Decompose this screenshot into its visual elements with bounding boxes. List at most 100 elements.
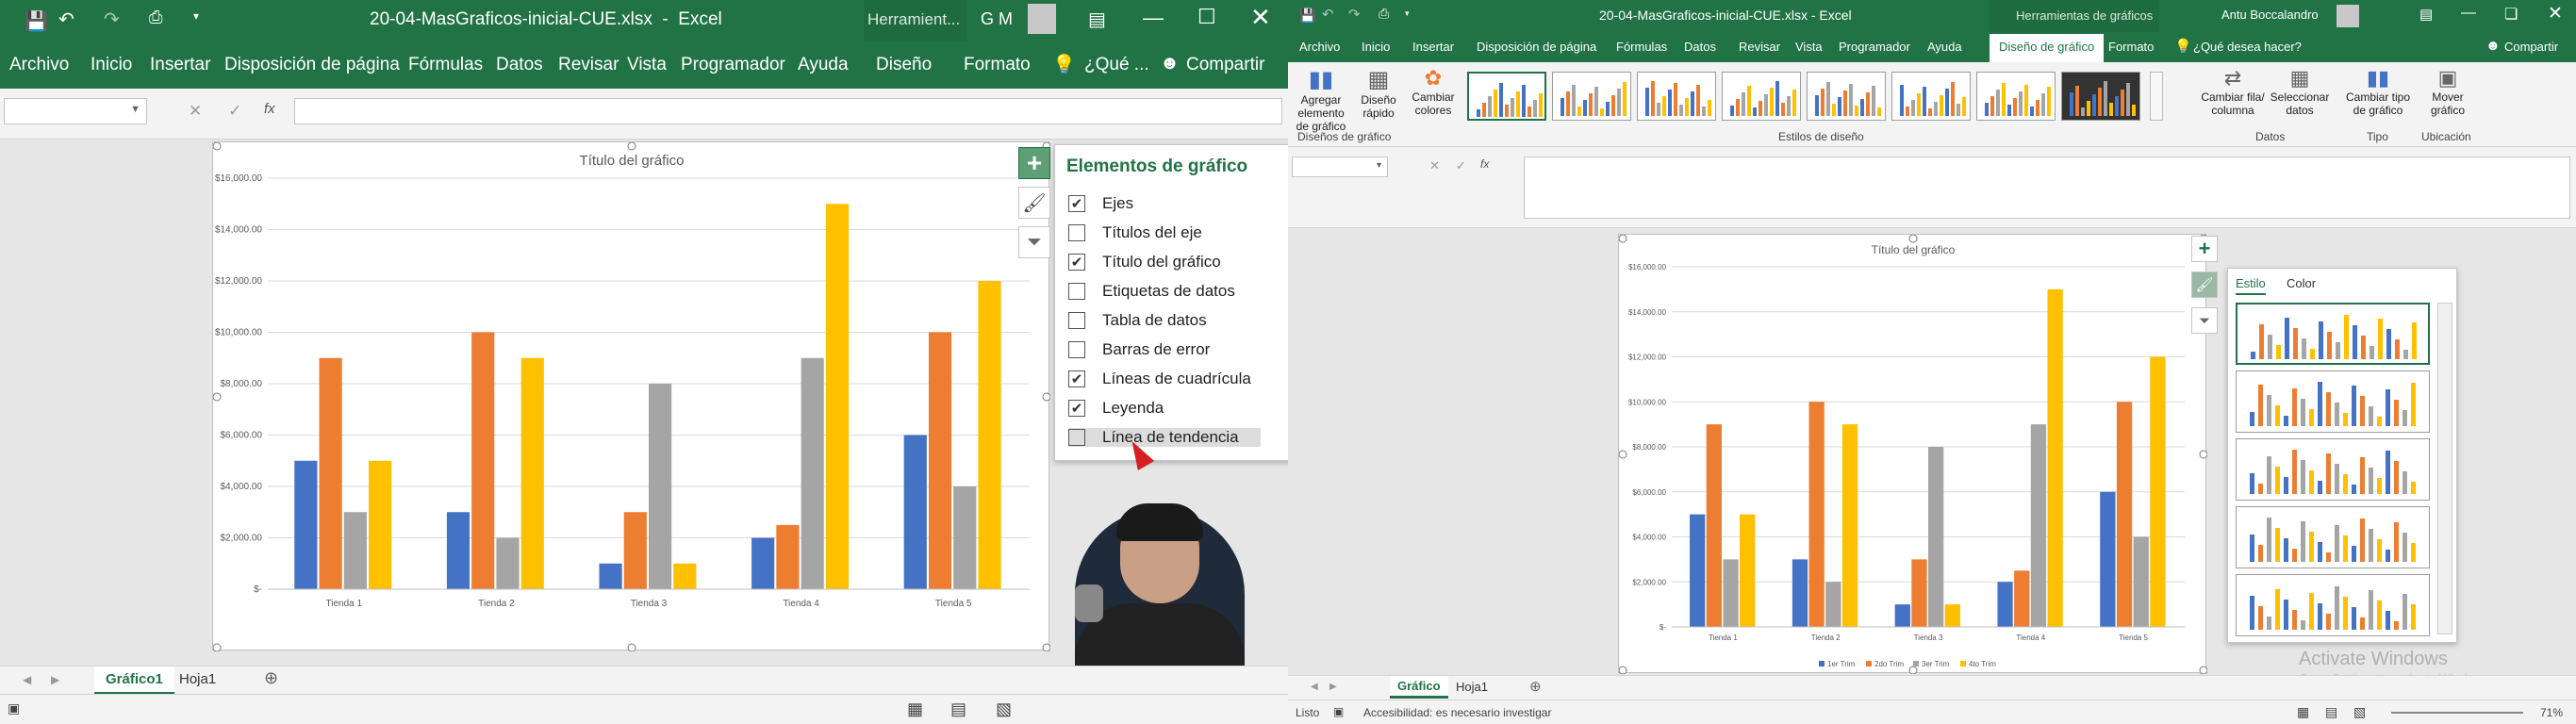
chart-element-row[interactable]: Barras de error	[1068, 340, 1210, 359]
chart-elements-button[interactable]: +	[2191, 236, 2218, 262]
sheet-tab-grafico[interactable]: Gráfico	[1390, 676, 1448, 699]
checkbox[interactable]: ✔	[1068, 195, 1085, 212]
chart-elements-button[interactable]: +	[1018, 147, 1050, 179]
scroll-left-icon[interactable]: ◀	[1311, 682, 1318, 692]
tab-inicio[interactable]: Inicio	[1362, 40, 1390, 54]
chart-styles-button[interactable]: 🖌	[1018, 187, 1050, 219]
tab-vista[interactable]: Vista	[1795, 40, 1823, 54]
sheet-tab-hoja1[interactable]: Hoja1	[179, 671, 216, 687]
cancel-icon[interactable]: ✕	[189, 102, 202, 121]
minimize-icon[interactable]: —	[1143, 6, 1164, 30]
scroll-right-icon[interactable]: ▶	[51, 673, 59, 686]
chart-filters-button[interactable]: ⏷	[2191, 307, 2218, 334]
scroll-left-icon[interactable]: ◀	[23, 673, 31, 686]
chevron-down-icon[interactable]: ▼	[1375, 160, 1383, 170]
tab-programador[interactable]: Programador	[681, 55, 785, 75]
ribbon-display-icon[interactable]: ▤	[1088, 8, 1106, 31]
quick-print-icon[interactable]: ⎙	[1379, 6, 1389, 22]
enter-icon[interactable]: ✓	[1456, 158, 1466, 173]
chart-svg[interactable]: Título del gráfico $- $2,000.00 $4,000.00 $6…	[1618, 234, 2208, 675]
lightbulb-icon[interactable]: 💡	[2174, 38, 2192, 55]
name-box[interactable]: ▼	[4, 98, 147, 124]
chart-style-thumbnail[interactable]	[1637, 72, 1716, 121]
style-scrollbar[interactable]	[2437, 303, 2452, 634]
maximize-icon[interactable]: ☐	[1197, 5, 1216, 29]
zoom-level[interactable]: 71%	[2540, 706, 2563, 719]
add-chart-element-button[interactable]: ▮▮ Agregar elemento de gráfico	[1292, 66, 1350, 133]
accessibility-status[interactable]: Accesibilidad: es necesario investigar	[1363, 706, 1551, 719]
formula-input[interactable]	[294, 98, 1282, 124]
sheet-tab-grafico1[interactable]: Gráfico1	[94, 666, 174, 695]
chart-style-thumbnail[interactable]	[1976, 72, 2056, 121]
tab-programador[interactable]: Programador	[1839, 40, 1910, 54]
enter-icon[interactable]: ✓	[228, 102, 241, 121]
style-thumbnail[interactable]	[2236, 574, 2430, 636]
chart-element-row[interactable]: Línea de tendencia	[1068, 428, 1261, 447]
page-layout-icon[interactable]: ▤	[2325, 704, 2337, 720]
formula-input[interactable]	[1524, 156, 2570, 219]
ribbon-display-icon[interactable]: ▤	[2419, 6, 2433, 23]
move-chart-button[interactable]: ▣ Mover gráfico	[2419, 66, 2476, 117]
chevron-down-icon[interactable]: ▼	[130, 104, 140, 115]
chart-style-thumbnail[interactable]	[1722, 72, 1801, 121]
chart-style-thumbnail[interactable]	[1807, 72, 1886, 121]
page-layout-icon[interactable]: ▤	[950, 699, 966, 719]
quick-print-icon[interactable]: ⎙	[149, 8, 162, 27]
tab-disposicion[interactable]: Disposición de página	[1477, 40, 1596, 54]
undo-icon[interactable]: ↶	[58, 8, 74, 31]
chart-filters-button[interactable]: ⏷	[1018, 226, 1050, 258]
tell-me-box[interactable]: ¿Qué ...	[1084, 55, 1149, 75]
style-thumbnail[interactable]	[2236, 303, 2430, 365]
tab-formulas[interactable]: Fórmulas	[408, 55, 483, 75]
tab-archivo[interactable]: Archivo	[9, 55, 69, 75]
redo-icon[interactable]: ↷	[104, 8, 120, 31]
style-thumbnail[interactable]	[2236, 370, 2430, 433]
chart-element-row[interactable]: ✔ Ejes	[1068, 194, 1133, 213]
chart-element-row[interactable]: ✔ Líneas de cuadrícula	[1068, 370, 1251, 388]
save-icon[interactable]: 💾	[1299, 8, 1315, 24]
tab-archivo[interactable]: Archivo	[1299, 40, 1340, 54]
sheet-tab-hoja1[interactable]: Hoja1	[1456, 680, 1488, 694]
checkbox[interactable]	[1068, 341, 1085, 358]
scroll-right-icon[interactable]: ▶	[1329, 682, 1337, 692]
select-data-button[interactable]: ▦ Seleccionar datos	[2269, 66, 2331, 117]
chart-element-row[interactable]: Etiquetas de datos	[1068, 282, 1235, 301]
tell-me-box[interactable]: ¿Qué desea hacer?	[2193, 40, 2302, 54]
fx-icon[interactable]: fx	[1480, 157, 1489, 171]
undo-icon[interactable]: ↶	[1322, 6, 1334, 23]
tab-ayuda[interactable]: Ayuda	[798, 55, 849, 75]
page-break-icon[interactable]: ▧	[996, 699, 1012, 719]
add-sheet-icon[interactable]: ⊕	[264, 668, 278, 688]
style-thumbnail[interactable]	[2236, 506, 2430, 568]
tab-inicio[interactable]: Inicio	[91, 55, 132, 75]
close-icon[interactable]: ✕	[2548, 3, 2563, 25]
avatar[interactable]	[1028, 4, 1056, 34]
macro-record-icon[interactable]: ▣	[8, 700, 20, 716]
checkbox[interactable]: ✔	[1068, 370, 1085, 387]
chart-element-row[interactable]: Títulos del eje	[1068, 223, 1202, 242]
tab-diseno[interactable]: Diseño	[876, 55, 932, 75]
close-icon[interactable]: ✕	[1250, 3, 1271, 32]
style-thumbnail[interactable]	[2236, 438, 2430, 501]
color-tab[interactable]: Color	[2287, 276, 2316, 290]
chart-element-row[interactable]: ✔ Leyenda	[1068, 399, 1164, 418]
share-button[interactable]: Compartir	[1186, 55, 1264, 75]
customize-toolbar-icon[interactable]: ▾	[193, 9, 199, 23]
chart-area[interactable]: Título del gráfico $- $2,000.00 $4,000.00 $6…	[212, 141, 1051, 652]
chart-style-thumbnail[interactable]	[1552, 72, 1631, 121]
share-button[interactable]: Compartir	[2504, 40, 2558, 54]
tab-formato[interactable]: Formato	[964, 55, 1031, 75]
avatar[interactable]	[2337, 5, 2359, 27]
redo-icon[interactable]: ↷	[1348, 6, 1361, 23]
tab-revisar[interactable]: Revisar	[558, 55, 619, 75]
user-initials[interactable]: G M	[981, 9, 1013, 29]
tab-insertar[interactable]: Insertar	[1412, 40, 1454, 54]
customize-toolbar-icon[interactable]: ▾	[1405, 8, 1410, 19]
chart-style-thumbnail[interactable]	[1891, 72, 1971, 121]
chart-svg[interactable]: Título del gráfico $- $2,000.00 $4,000.00 $6…	[212, 141, 1051, 652]
person-icon[interactable]: ☻	[2485, 38, 2501, 54]
normal-view-icon[interactable]: ▦	[2297, 704, 2309, 720]
quick-layout-button[interactable]: ▦ Diseño rápido	[1354, 66, 1403, 120]
tab-formato[interactable]: Formato	[2108, 40, 2154, 54]
switch-row-column-button[interactable]: ⇄ Cambiar fila/ columna	[2199, 66, 2267, 117]
